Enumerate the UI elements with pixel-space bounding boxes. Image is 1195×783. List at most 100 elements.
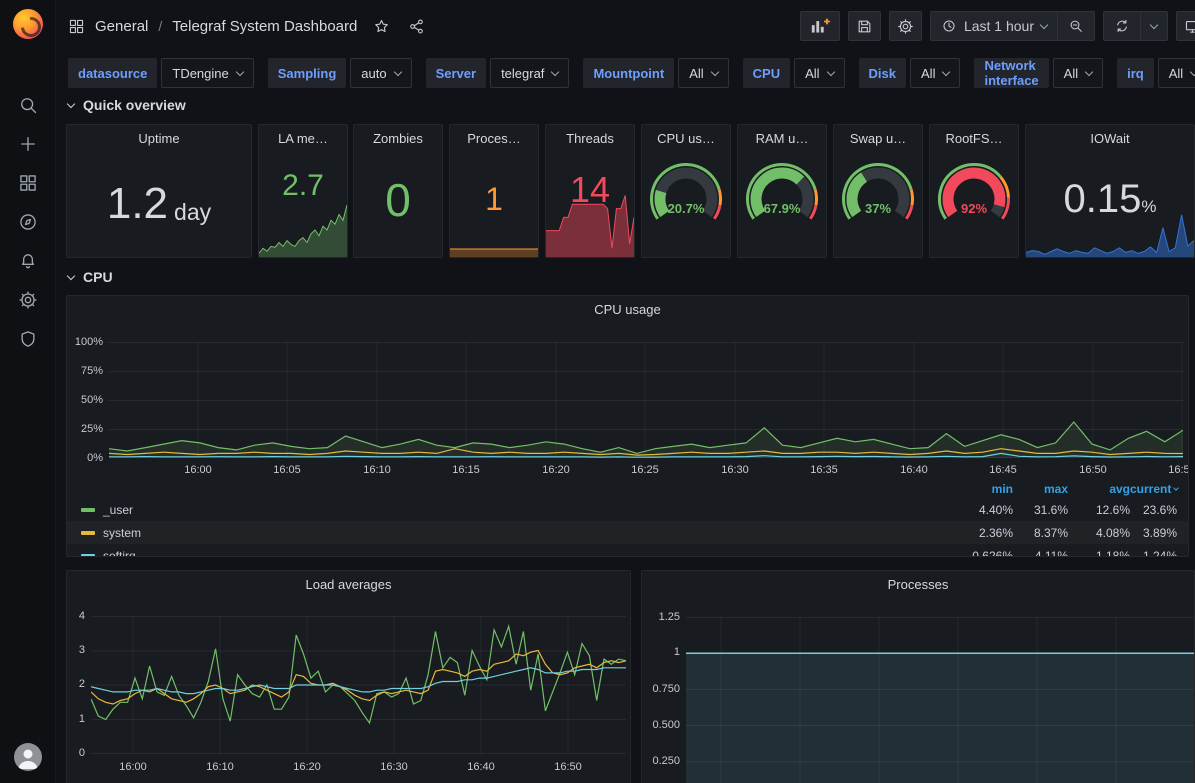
panel-title[interactable]: IOWait: [1026, 131, 1194, 146]
panel-processes-stat: Proces… 1: [449, 124, 539, 258]
stat-unit: day: [174, 199, 211, 226]
alerting-bell-icon[interactable]: [18, 251, 38, 271]
sort-chevron-icon: [1174, 485, 1180, 491]
processes-sparkline[interactable]: [450, 221, 538, 257]
svg-text:67.9%: 67.9%: [764, 201, 801, 216]
panel-iowait: IOWait 0.15%: [1025, 124, 1195, 258]
filter-label-datasource: datasource: [68, 58, 157, 88]
chevron-down-icon: [826, 67, 834, 75]
filter-value-server[interactable]: telegraf: [490, 58, 569, 88]
y-tick: 3: [67, 644, 85, 656]
processes-chart[interactable]: [686, 617, 1195, 783]
section-cpu[interactable]: CPU: [68, 269, 113, 285]
share-icon[interactable]: [408, 18, 425, 35]
star-icon[interactable]: [373, 18, 390, 35]
apps-grid-icon[interactable]: [68, 18, 85, 35]
series-toggle[interactable]: _user: [81, 503, 943, 517]
filter-value-mountpoint[interactable]: All: [678, 58, 728, 88]
svg-text:20.7%: 20.7%: [668, 201, 705, 216]
panel-title[interactable]: Zombies: [354, 131, 442, 146]
chevron-down-icon: [942, 67, 950, 75]
refresh-interval-dropdown[interactable]: [1140, 12, 1167, 40]
panel-title[interactable]: CPU usage: [67, 302, 1188, 317]
legend-current: 1.24%: [1130, 549, 1177, 558]
filter-value-network-interface[interactable]: All: [1053, 58, 1103, 88]
chevron-down-icon: [393, 67, 401, 75]
filter-value-disk[interactable]: All: [910, 58, 960, 88]
filter-value-cpu[interactable]: All: [794, 58, 844, 88]
save-dashboard-button[interactable]: [848, 11, 881, 41]
panel-title[interactable]: LA me…: [259, 131, 347, 146]
chevron-down-icon: [1190, 67, 1195, 75]
panel-title[interactable]: Load averages: [67, 577, 630, 592]
panel-title[interactable]: Swap u…: [834, 131, 922, 146]
dashboards-grid-icon[interactable]: [18, 173, 38, 193]
chevron-down-icon: [1150, 20, 1158, 28]
iowait-sparkline[interactable]: [1026, 213, 1194, 257]
legend-col-current[interactable]: current: [1130, 482, 1177, 496]
x-tick: 16:20: [293, 761, 321, 773]
search-icon[interactable]: [18, 95, 38, 115]
ram-used-gauge[interactable]: 67.9%: [739, 159, 825, 243]
panel-title[interactable]: Processes: [642, 577, 1194, 592]
filter-value-datasource[interactable]: TDengine: [161, 58, 253, 88]
breadcrumb-divider: /: [158, 18, 162, 34]
stat-value: 0: [354, 173, 442, 227]
series-toggle[interactable]: softirq: [81, 549, 943, 558]
y-tick: 25%: [67, 423, 103, 435]
la-sparkline[interactable]: [259, 201, 347, 257]
legend-col-min[interactable]: min: [943, 482, 1013, 496]
filter-label-mountpoint: Mountpoint: [583, 58, 674, 88]
time-range-picker[interactable]: Last 1 hour: [931, 12, 1057, 40]
page-title: Telegraf System Dashboard: [172, 18, 357, 35]
x-tick: 16:00: [184, 464, 212, 476]
filter-value-sampling[interactable]: auto: [350, 58, 411, 88]
breadcrumb-section[interactable]: General: [95, 18, 148, 35]
refresh-button[interactable]: [1104, 12, 1140, 40]
plus-icon[interactable]: [18, 134, 38, 154]
explore-compass-icon[interactable]: [18, 212, 38, 232]
legend-col-max[interactable]: max: [1013, 482, 1068, 496]
legend-current: 3.89%: [1130, 526, 1177, 540]
dashboard-settings-button[interactable]: [889, 11, 922, 41]
panel-processes: Processes 1.25 1 0.750 0.500 0.250: [641, 570, 1195, 783]
cpu-usage-gauge[interactable]: 20.7%: [643, 159, 729, 243]
legend-row-user: _user 4.40% 31.6% 12.6% 23.6%: [67, 498, 1188, 521]
x-tick: 16:10: [363, 464, 391, 476]
x-tick: 16:50: [1079, 464, 1107, 476]
series-toggle[interactable]: system: [81, 526, 943, 540]
legend-row-softirq: softirq 0.626% 4.11% 1.18% 1.24%: [67, 544, 1188, 557]
add-panel-button[interactable]: [800, 11, 840, 41]
filter-label-server: Server: [426, 58, 486, 88]
cycle-view-mode-button[interactable]: [1176, 11, 1195, 41]
section-title: CPU: [83, 269, 113, 285]
panel-title[interactable]: Threads: [546, 131, 634, 146]
panel-title[interactable]: RootFS…: [930, 131, 1018, 146]
panel-title[interactable]: RAM u…: [738, 131, 826, 146]
panel-cpu-usage-gauge: CPU us… 20.7%: [641, 124, 731, 258]
settings-gear-icon[interactable]: [18, 290, 38, 310]
legend-row-system: system 2.36% 8.37% 4.08% 3.89%: [67, 521, 1188, 544]
swap-used-gauge[interactable]: 37%: [835, 159, 921, 243]
x-tick: 16:25: [631, 464, 659, 476]
admin-shield-icon[interactable]: [18, 329, 38, 349]
panel-title[interactable]: Uptime: [67, 131, 251, 146]
rootfs-gauge[interactable]: 92%: [931, 159, 1017, 243]
cpu-legend: min max avg current _user 4.40% 31.6% 12…: [67, 480, 1188, 557]
load-averages-chart[interactable]: [91, 616, 626, 754]
section-quick-overview[interactable]: Quick overview: [68, 97, 186, 113]
x-tick: 16:15: [452, 464, 480, 476]
legend-max: 31.6%: [1013, 503, 1068, 517]
x-tick: 16:55: [1168, 464, 1189, 476]
filter-value-irq[interactable]: All: [1158, 58, 1195, 88]
panel-title[interactable]: CPU us…: [642, 131, 730, 146]
grafana-logo[interactable]: [13, 9, 43, 39]
legend-col-avg[interactable]: avg: [1068, 482, 1130, 496]
cpu-usage-chart[interactable]: [109, 342, 1183, 458]
zoom-out-button[interactable]: [1057, 12, 1094, 40]
legend-min: 2.36%: [943, 526, 1013, 540]
y-tick: 100%: [67, 336, 103, 348]
panel-title[interactable]: Proces…: [450, 131, 538, 146]
user-avatar[interactable]: [14, 743, 42, 771]
chevron-down-icon: [236, 67, 244, 75]
